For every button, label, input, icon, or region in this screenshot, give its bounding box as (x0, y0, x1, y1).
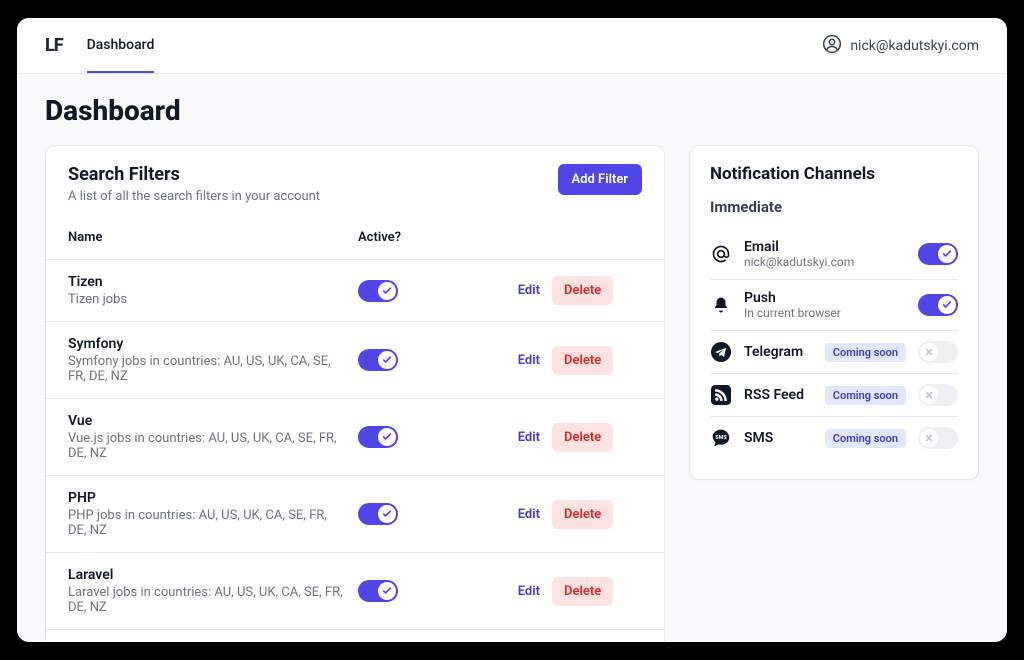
toggle[interactable] (358, 426, 398, 448)
channel-desc: In current browser (744, 306, 906, 320)
filter-desc: Tizen jobs (68, 292, 346, 307)
channels-card: Notification Channels Immediate Emailnic… (689, 145, 979, 480)
user-email: nick@kadutskyi.com (850, 38, 979, 54)
channel-row: Emailnick@kadutskyi.com (710, 228, 958, 279)
channel-name: SMS (744, 430, 813, 446)
filter-name: Laravel (68, 567, 346, 583)
delete-button[interactable]: Delete (552, 577, 613, 606)
filter-row: Tizen Tizen jobs Edit Delete (46, 259, 664, 321)
channel-row: SMS SMS Coming soon (710, 416, 958, 459)
delete-button[interactable]: Delete (552, 423, 613, 452)
edit-link[interactable]: Edit (480, 353, 540, 368)
channels-title: Notification Channels (710, 164, 958, 184)
toggle (918, 384, 958, 406)
filter-row: Laravel Laravel jobs in countries: AU, US… (46, 552, 664, 629)
toggle[interactable] (918, 294, 958, 316)
delete-button[interactable]: Delete (552, 346, 613, 375)
edit-link[interactable]: Edit (480, 584, 540, 599)
telegram-icon (710, 341, 732, 363)
col-name: Name (68, 230, 346, 245)
channel-name: Telegram (744, 344, 813, 360)
channel-row: RSS Feed Coming soon (710, 373, 958, 416)
channel-row: Telegram Coming soon (710, 330, 958, 373)
logo: LF (45, 37, 63, 55)
edit-link[interactable]: Edit (480, 430, 540, 445)
channels-group: Immediate (710, 198, 958, 216)
toggle (918, 427, 958, 449)
filters-title: Search Filters (68, 164, 320, 185)
filter-name: Vue (68, 413, 346, 429)
user-icon (822, 34, 842, 58)
filter-desc: Vue.js jobs in countries: AU, US, UK, CA… (68, 431, 346, 461)
page-title: Dashboard (45, 94, 979, 127)
channel-desc: nick@kadutskyi.com (744, 255, 906, 269)
filters-subtitle: A list of all the search filters in your… (68, 189, 320, 204)
user-menu[interactable]: nick@kadutskyi.com (822, 34, 979, 58)
channel-name: Push (744, 290, 906, 306)
filters-card: Search Filters A list of all the search … (45, 145, 665, 642)
top-bar: LF Dashboard nick@kadutskyi.com (17, 18, 1007, 74)
coming-soon-badge: Coming soon (825, 343, 906, 362)
toggle[interactable] (358, 580, 398, 602)
filters-table: Name Active? TizenTizen jobsEditDeleteSy… (46, 216, 664, 642)
filter-row: Symfony Symfony jobs in countries: AU, US… (46, 321, 664, 398)
col-active: Active? (358, 230, 468, 245)
filter-desc: Symfony jobs in countries: AU, US, UK, C… (68, 354, 346, 384)
add-filter-button[interactable]: Add Filter (558, 164, 643, 195)
filter-row: Vue Vue.js jobs in countries: AU, US, UK,… (46, 398, 664, 475)
sms-icon: SMS (710, 427, 732, 449)
channel-row: PushIn current browser (710, 279, 958, 330)
edit-link[interactable]: Edit (480, 283, 540, 298)
toggle[interactable] (358, 280, 398, 302)
svg-text:SMS: SMS (715, 435, 727, 441)
coming-soon-badge: Coming soon (825, 386, 906, 405)
push-icon (710, 294, 732, 316)
coming-soon-badge: Coming soon (825, 429, 906, 448)
filter-desc: PHP jobs in countries: AU, US, UK, CA, S… (68, 508, 346, 538)
toggle (918, 341, 958, 363)
filter-row: PHP PHP jobs in countries: AU, US, UK, CA… (46, 475, 664, 552)
filter-name: PHP (68, 490, 346, 506)
delete-button[interactable]: Delete (552, 276, 613, 305)
filter-name: Symfony (68, 336, 346, 352)
channel-name: Email (744, 239, 906, 255)
toggle[interactable] (358, 503, 398, 525)
toggle[interactable] (358, 349, 398, 371)
filter-row: All JS jobsAll Js jobs testEditDelete (46, 629, 664, 642)
rss-icon (710, 384, 732, 406)
email-icon (710, 243, 732, 265)
nav-dashboard[interactable]: Dashboard (87, 18, 155, 73)
filter-name: Tizen (68, 274, 346, 290)
filter-desc: Laravel jobs in countries: AU, US, UK, C… (68, 585, 346, 615)
delete-button[interactable]: Delete (552, 500, 613, 529)
toggle[interactable] (918, 243, 958, 265)
edit-link[interactable]: Edit (480, 507, 540, 522)
channel-name: RSS Feed (744, 387, 813, 403)
